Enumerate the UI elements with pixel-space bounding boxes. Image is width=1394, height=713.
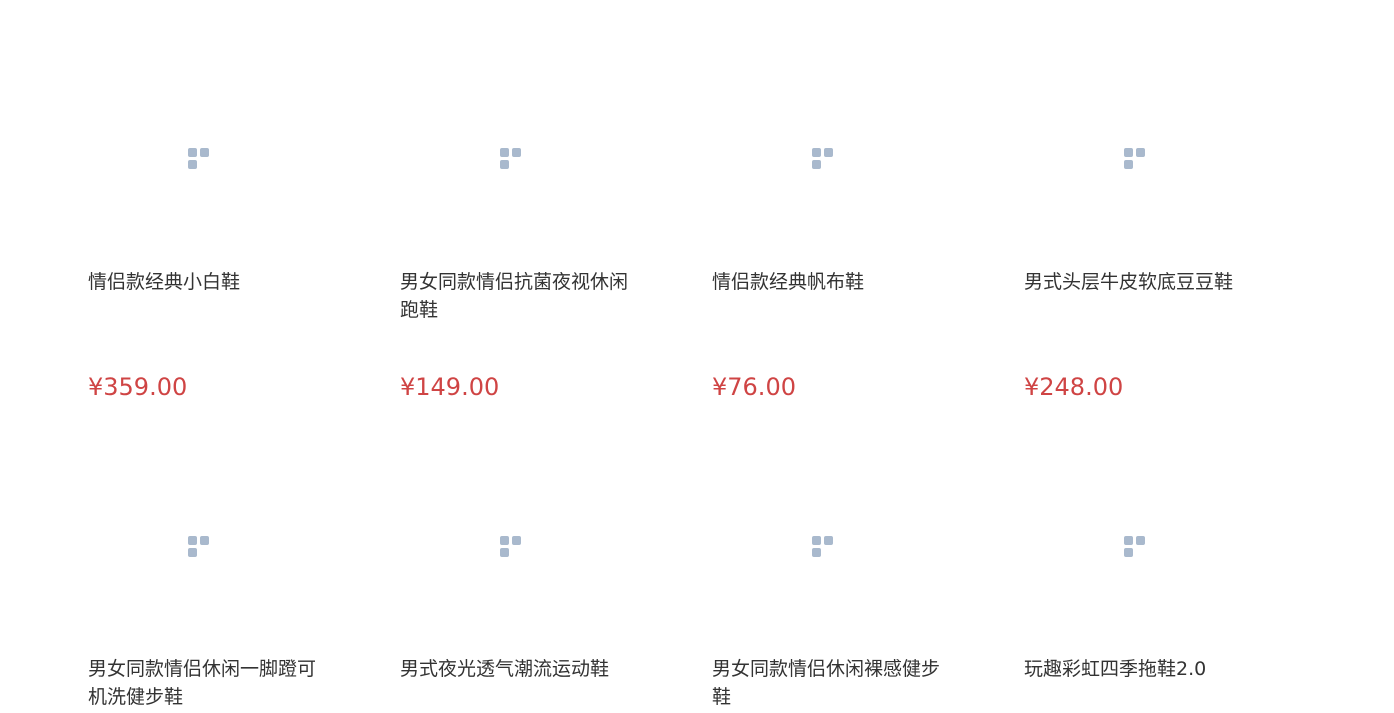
product-image[interactable] [1024,48,1246,270]
product-grid: 情侣款经典小白鞋 ¥359.00 男女同款情侣抗菌夜视休闲跑鞋 ¥149.00 … [0,0,1394,713]
product-image[interactable] [1024,436,1246,658]
product-name[interactable]: 玩趣彩虹四季拖鞋2.0 [1024,655,1252,683]
product-image[interactable] [88,436,310,658]
product-price: ¥359.00 [88,373,188,401]
image-placeholder-icon [187,535,211,559]
product-price: ¥76.00 [712,373,796,401]
product-name[interactable]: 男女同款情侣休闲一脚蹬可机洗健步鞋 [88,655,316,711]
product-name[interactable]: 男式夜光透气潮流运动鞋 [400,655,628,683]
image-placeholder-icon [811,147,835,171]
product-name[interactable]: 情侣款经典帆布鞋 [712,268,940,296]
product-image[interactable] [712,436,934,658]
product-price: ¥149.00 [400,373,500,401]
product-name[interactable]: 男女同款情侣休闲裸感健步鞋 [712,655,940,711]
product-image[interactable] [400,48,622,270]
product-name[interactable]: 情侣款经典小白鞋 [88,268,316,296]
product-price: ¥248.00 [1024,373,1124,401]
product-image[interactable] [400,436,622,658]
image-placeholder-icon [1123,147,1147,171]
image-placeholder-icon [811,535,835,559]
image-placeholder-icon [499,535,523,559]
product-name[interactable]: 男式头层牛皮软底豆豆鞋 [1024,268,1252,296]
image-placeholder-icon [499,147,523,171]
product-image[interactable] [88,48,310,270]
image-placeholder-icon [1123,535,1147,559]
image-placeholder-icon [187,147,211,171]
product-name[interactable]: 男女同款情侣抗菌夜视休闲跑鞋 [400,268,628,324]
product-image[interactable] [712,48,934,270]
